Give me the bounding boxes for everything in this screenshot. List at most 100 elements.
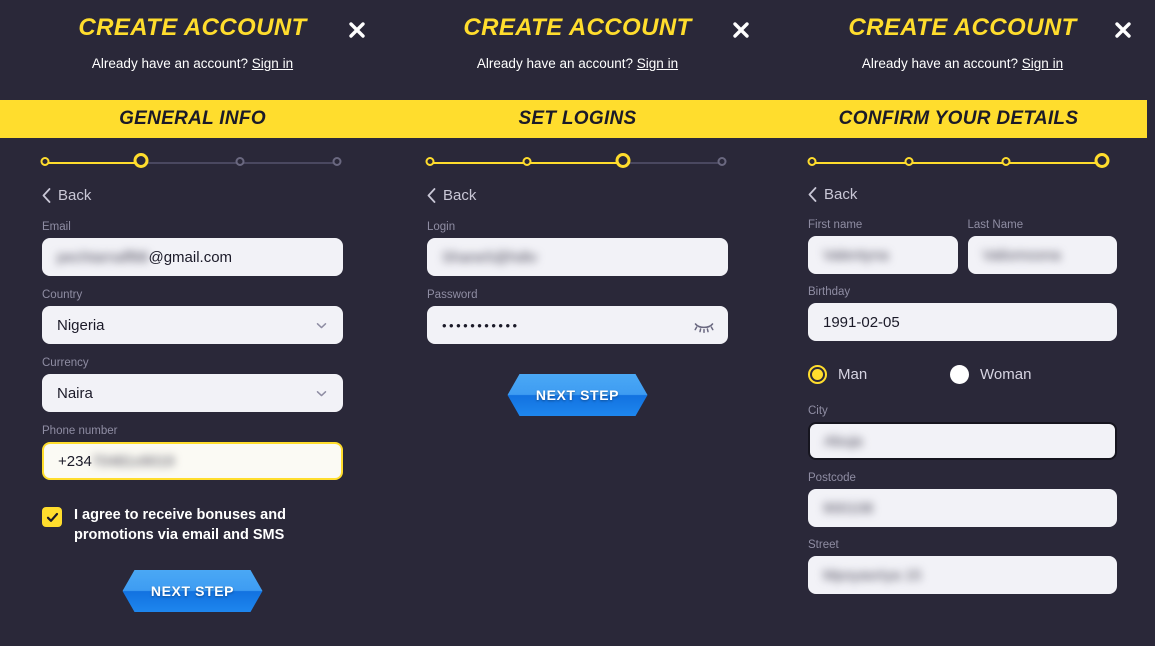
- close-icon[interactable]: [342, 15, 372, 45]
- birthday-label: Birthday: [808, 286, 851, 298]
- dialog-title: CREATE ACCOUNT: [78, 14, 307, 41]
- phone-value: +234: [58, 452, 92, 470]
- country-select[interactable]: Nigeria: [42, 306, 343, 344]
- progress-dot-4[interactable]: [717, 157, 727, 166]
- step-title-band: SET LOGINS: [385, 100, 770, 138]
- next-step-button[interactable]: NEXT STEP: [122, 570, 263, 612]
- back-button[interactable]: Back: [427, 187, 728, 204]
- password-value: •••••••••••: [442, 317, 520, 333]
- dialog-header: CREATE ACCOUNT Already have an account? …: [770, 0, 1155, 100]
- dialog-header: CREATE ACCOUNT Already have an account? …: [0, 0, 385, 100]
- step-title-band: GENERAL INFO: [0, 100, 385, 138]
- dialog-title: CREATE ACCOUNT: [848, 14, 1077, 41]
- progress-dot-4[interactable]: [1094, 153, 1110, 168]
- first-name-label: First name: [808, 219, 863, 231]
- consent-line-1: I agree to receive bonuses and: [74, 507, 286, 523]
- email-value: @gmail.com: [148, 248, 233, 266]
- gender-radio-group: Man Woman: [808, 365, 1117, 384]
- check-icon: [46, 512, 58, 522]
- postcode-field[interactable]: 900108: [808, 489, 1117, 527]
- gender-label-woman: Woman: [980, 366, 1032, 383]
- next-step-label: NEXT STEP: [150, 583, 235, 599]
- registration-panel-general-info: CREATE ACCOUNT Already have an account? …: [0, 0, 385, 646]
- login-label: Login: [427, 221, 456, 233]
- phone-label: Phone number: [42, 425, 118, 437]
- currency-value: Naira: [57, 384, 93, 402]
- chevron-left-icon: [808, 187, 817, 202]
- postcode-masked-value: 900108: [823, 499, 874, 517]
- step-title: CONFIRM YOUR DETAILS: [838, 108, 1079, 129]
- street-field[interactable]: Mpoyaoriya 15: [808, 556, 1117, 594]
- progress-dot-1[interactable]: [807, 157, 817, 166]
- dialog-title: CREATE ACCOUNT: [463, 14, 692, 41]
- back-label: Back: [824, 186, 858, 203]
- progress-dot-3[interactable]: [1001, 157, 1011, 166]
- radio-selected-icon: [808, 365, 827, 384]
- progress-fill: [812, 162, 1102, 164]
- step-title: GENERAL INFO: [119, 108, 266, 129]
- country-value: Nigeria: [57, 316, 105, 334]
- signin-link[interactable]: Sign in: [637, 56, 678, 71]
- next-step-button[interactable]: NEXT STEP: [507, 374, 648, 416]
- signin-prompt: Already have an account? Sign in: [0, 56, 385, 71]
- progress-dot-2[interactable]: [904, 157, 914, 166]
- progress-dot-4[interactable]: [332, 157, 342, 166]
- first-name-field[interactable]: Valentyna: [808, 236, 958, 274]
- step-title: SET LOGINS: [518, 108, 637, 129]
- progress-fill: [45, 162, 141, 164]
- progress-dot-1[interactable]: [40, 157, 50, 166]
- back-button[interactable]: Back: [42, 187, 343, 204]
- progress-indicator: [770, 150, 1155, 176]
- chevron-left-icon: [427, 188, 436, 203]
- bonuses-consent-label: I agree to receive bonuses and promotion…: [74, 505, 286, 545]
- step-title-band: CONFIRM YOUR DETAILS: [770, 100, 1147, 138]
- progress-indicator: [0, 150, 385, 176]
- birthday-value: 1991-02-05: [823, 313, 900, 331]
- signin-prompt-text: Already have an account?: [476, 56, 634, 71]
- registration-panel-set-logins: CREATE ACCOUNT Already have an account? …: [385, 0, 770, 646]
- progress-dot-2[interactable]: [133, 153, 149, 168]
- signin-prompt: Already have an account? Sign in: [770, 56, 1155, 71]
- band-right-gap: [1147, 100, 1155, 138]
- progress-dot-3[interactable]: [235, 157, 245, 166]
- email-field[interactable]: pechtarnaff88 @gmail.com: [42, 238, 343, 276]
- phone-masked-suffix: 70481x9019: [91, 452, 175, 470]
- street-masked-value: Mpoyaoriya 15: [823, 566, 922, 584]
- email-masked-prefix: pechtarnaff88: [57, 248, 149, 266]
- login-masked-value: Shane5@hdtv: [442, 248, 538, 266]
- email-label: Email: [42, 221, 71, 233]
- progress-dot-3[interactable]: [615, 153, 631, 168]
- signin-link[interactable]: Sign in: [252, 56, 293, 71]
- eye-closed-icon[interactable]: [694, 319, 714, 333]
- progress-dot-1[interactable]: [425, 157, 435, 166]
- bonuses-consent-row[interactable]: I agree to receive bonuses and promotion…: [42, 505, 343, 545]
- last-name-field[interactable]: Valiomoona: [967, 236, 1117, 274]
- currency-select[interactable]: Naira: [42, 374, 343, 412]
- gender-option-man[interactable]: Man: [808, 365, 950, 384]
- country-label: Country: [42, 289, 83, 301]
- chevron-left-icon: [42, 188, 51, 203]
- login-field[interactable]: Shane5@hdtv: [427, 238, 728, 276]
- password-label: Password: [427, 289, 478, 301]
- dialog-header: CREATE ACCOUNT Already have an account? …: [385, 0, 770, 100]
- chevron-down-icon: [316, 322, 327, 328]
- phone-field[interactable]: +234 70481x9019: [42, 442, 343, 480]
- registration-panel-confirm-details: CREATE ACCOUNT Already have an account? …: [770, 0, 1155, 646]
- birthday-field[interactable]: 1991-02-05: [808, 303, 1117, 341]
- back-label: Back: [58, 187, 92, 204]
- progress-dot-2[interactable]: [522, 157, 532, 166]
- close-icon[interactable]: [1108, 15, 1138, 45]
- close-icon[interactable]: [726, 15, 756, 45]
- back-button[interactable]: Back: [808, 186, 1117, 203]
- signin-prompt-text: Already have an account?: [91, 56, 249, 71]
- progress-indicator: [385, 150, 770, 176]
- signin-link[interactable]: Sign in: [1022, 56, 1063, 71]
- consent-line-2: promotions via email and SMS: [74, 527, 285, 543]
- password-field[interactable]: •••••••••••: [427, 306, 728, 344]
- gender-label-man: Man: [838, 366, 868, 383]
- city-field[interactable]: Abuja: [808, 422, 1117, 460]
- postcode-label: Postcode: [808, 472, 856, 484]
- radio-unselected-icon: [950, 365, 969, 384]
- bonuses-consent-checkbox[interactable]: [42, 507, 62, 527]
- gender-option-woman[interactable]: Woman: [950, 365, 1031, 384]
